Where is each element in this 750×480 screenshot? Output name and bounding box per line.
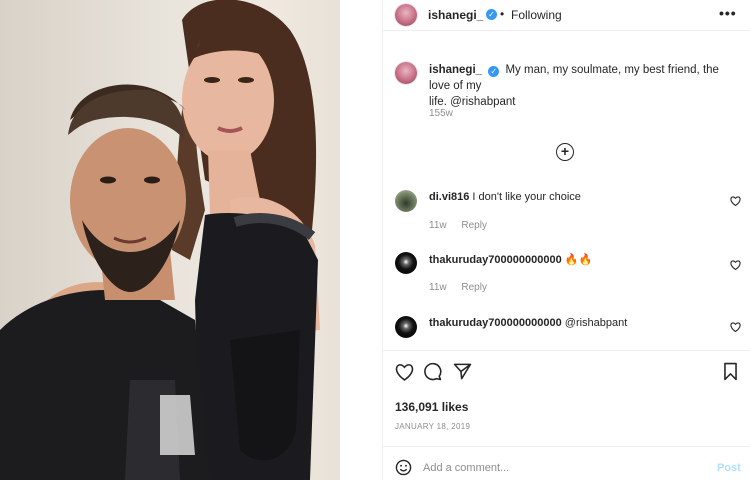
post-date: JANUARY 18, 2019	[395, 422, 471, 431]
comment-time: 11w	[429, 220, 447, 231]
comment-text: I don't like your choice	[472, 191, 581, 203]
caption: ishanegi_ ✓ My man, my soulmate, my best…	[429, 62, 739, 110]
comment-avatar[interactable]	[395, 190, 417, 212]
save-bookmark-icon[interactable]	[723, 362, 738, 381]
selfie-illustration	[0, 0, 320, 480]
emoji-smiley-icon[interactable]	[395, 459, 412, 476]
like-comment-heart-icon[interactable]	[730, 322, 741, 332]
comment-username[interactable]: di.vi816	[429, 191, 469, 203]
comment-bubble-icon[interactable]	[423, 362, 442, 381]
comment-2: thakuruday700000000000 🔥🔥	[429, 253, 592, 266]
reply-button[interactable]: Reply	[461, 282, 487, 293]
load-more-comments-icon[interactable]: +	[556, 143, 574, 161]
like-comment-heart-icon[interactable]	[730, 196, 741, 206]
comment-time: 11w	[429, 282, 447, 293]
header-separator: •	[500, 7, 505, 21]
add-comment-input[interactable]: Add a comment...	[423, 462, 509, 474]
comment-avatar[interactable]	[395, 252, 417, 274]
post-header: ishanegi_ ✓ • Following •••	[383, 0, 750, 31]
caption-time: 155w	[429, 108, 453, 119]
post-side-panel: ishanegi_ ✓ • Following ••• ishanegi_ ✓ …	[382, 0, 750, 480]
like-comment-heart-icon[interactable]	[730, 260, 741, 270]
reply-button[interactable]: Reply	[461, 220, 487, 231]
verified-badge-icon: ✓	[486, 9, 497, 20]
share-paper-plane-icon[interactable]	[453, 362, 472, 381]
caption-verified-icon: ✓	[488, 66, 500, 77]
post-photo[interactable]	[0, 0, 382, 480]
comment-1: di.vi816 I don't like your choice	[429, 191, 581, 203]
caption-username[interactable]: ishanegi_	[429, 64, 482, 76]
actions-divider	[383, 350, 750, 351]
add-comment-divider	[383, 446, 750, 447]
comment-1-meta: 11w Reply	[429, 220, 499, 231]
photo-side-gap	[340, 0, 382, 480]
comment-3: thakuruday700000000000 @rishabpant	[429, 317, 627, 329]
post-comment-button[interactable]: Post	[717, 462, 741, 474]
more-options-icon[interactable]: •••	[719, 5, 737, 21]
header-username[interactable]: ishanegi_	[428, 8, 483, 22]
comment-text: @rishabpant	[564, 317, 628, 329]
comment-2-meta: 11w Reply	[429, 282, 499, 293]
caption-text-line2: life. @rishabpant	[429, 96, 516, 108]
comment-text: 🔥🔥	[564, 254, 593, 266]
comment-avatar[interactable]	[395, 316, 417, 338]
following-button[interactable]: Following	[511, 8, 562, 22]
author-avatar[interactable]	[395, 4, 417, 26]
comment-username[interactable]: thakuruday700000000000	[429, 317, 562, 329]
like-heart-icon[interactable]	[395, 363, 414, 381]
caption-avatar[interactable]	[395, 62, 417, 84]
comment-username[interactable]: thakuruday700000000000	[429, 254, 562, 266]
likes-count[interactable]: 136,091 likes	[395, 400, 468, 414]
